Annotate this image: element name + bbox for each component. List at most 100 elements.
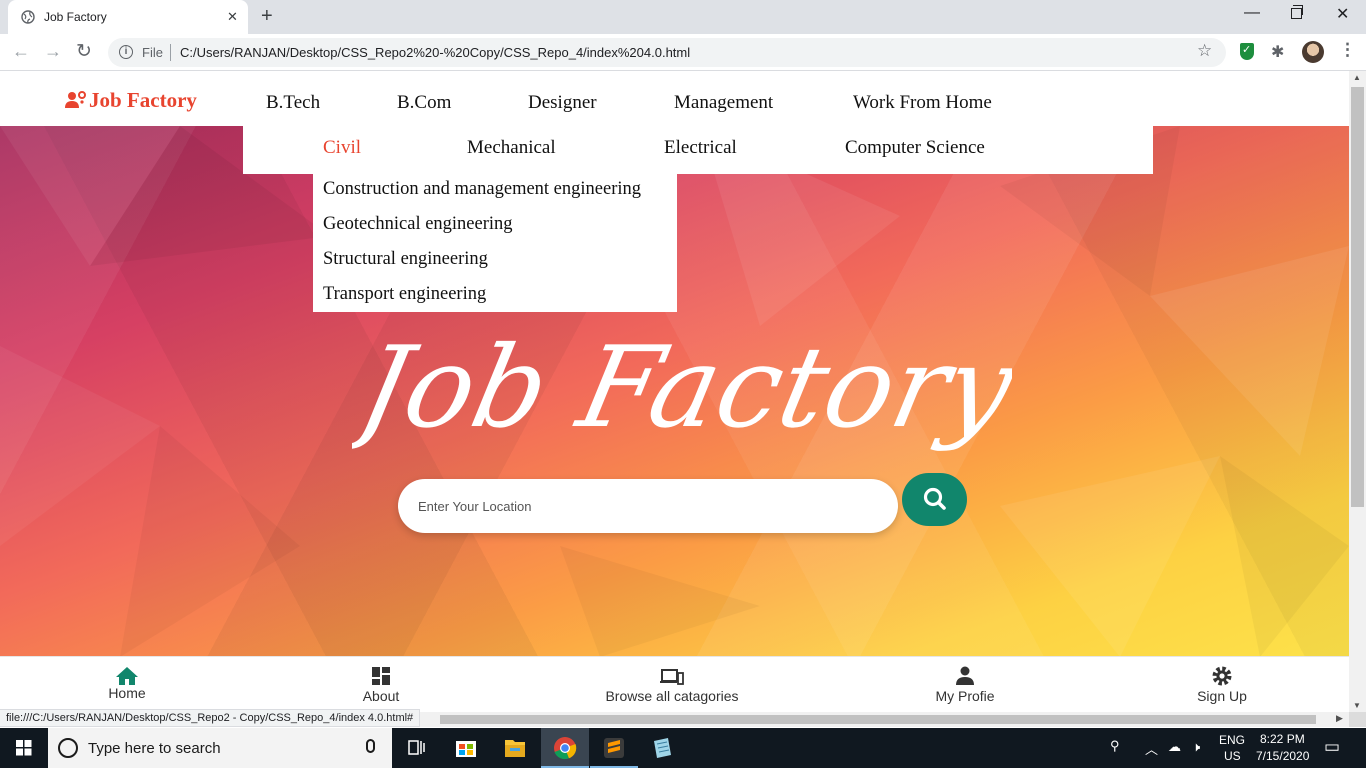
- forward-arrow-icon[interactable]: →: [44, 41, 62, 62]
- submenu-item-mechanical[interactable]: Mechanical: [467, 137, 556, 159]
- clock-date[interactable]: 7/15/2020: [1256, 749, 1309, 763]
- windows-logo-icon: [16, 740, 32, 756]
- browser-tabstrip: Job Factory ✕ + — ✕: [0, 0, 1366, 34]
- dropdown-item-structural[interactable]: Structural engineering: [323, 249, 488, 270]
- notepad-icon: [654, 738, 671, 758]
- person-icon: [956, 666, 974, 685]
- url-text[interactable]: C:/Users/RANJAN/Desktop/CSS_Repo2%20-%20…: [180, 45, 690, 60]
- task-view-button[interactable]: [392, 728, 440, 768]
- profile-avatar[interactable]: [1302, 41, 1324, 63]
- devices-icon: [660, 669, 684, 685]
- gear-icon: [1212, 666, 1232, 686]
- bookmark-star-icon[interactable]: ☆: [1197, 41, 1212, 61]
- home-icon: [116, 667, 138, 685]
- tab-title: Job Factory: [44, 10, 107, 24]
- bottom-nav-label: Browse all catagories: [605, 688, 739, 704]
- taskbar-search-placeholder: Type here to search: [88, 740, 221, 757]
- dashboard-icon: [372, 667, 390, 685]
- task-view-icon: [408, 740, 425, 755]
- horizontal-scroll-thumb[interactable]: [440, 715, 1316, 724]
- back-arrow-icon[interactable]: ←: [12, 41, 30, 62]
- nav-item-management[interactable]: Management: [674, 92, 773, 114]
- notification-center-icon[interactable]: ▭: [1324, 737, 1340, 757]
- people-icon[interactable]: ⚲: [1110, 738, 1120, 754]
- start-button[interactable]: [0, 728, 48, 768]
- cortana-circle-icon: [58, 738, 78, 758]
- file-explorer-app[interactable]: [491, 728, 539, 768]
- scrollbar-corner: [1349, 712, 1366, 727]
- civil-dropdown: Construction and management engineering …: [313, 174, 677, 312]
- input-region[interactable]: US: [1224, 749, 1241, 763]
- vertical-scroll-thumb[interactable]: [1351, 87, 1364, 507]
- bottom-nav-label: About: [362, 688, 400, 704]
- store-bag-icon: [456, 741, 476, 757]
- status-url-bubble: file:///C:/Users/RANJAN/Desktop/CSS_Repo…: [0, 709, 421, 727]
- shield-extension-icon[interactable]: [1240, 43, 1254, 60]
- input-language[interactable]: ENG: [1219, 733, 1245, 747]
- browser-tab[interactable]: Job Factory ✕: [8, 0, 248, 34]
- sublime-icon: [604, 738, 624, 758]
- chrome-app[interactable]: [541, 728, 589, 768]
- submenu-item-electrical[interactable]: Electrical: [664, 137, 737, 159]
- bottom-nav-profile[interactable]: My Profie: [875, 657, 1055, 712]
- chrome-icon: [554, 737, 577, 760]
- clock-time[interactable]: 8:22 PM: [1260, 732, 1305, 746]
- hero-title-text: Job Factory: [352, 322, 1012, 453]
- submenu-item-civil[interactable]: Civil: [323, 137, 361, 159]
- location-search-input[interactable]: [398, 479, 898, 533]
- bottom-nav-label: My Profie: [935, 688, 995, 704]
- bottom-nav: Home About Browse all catagories My Prof…: [0, 656, 1349, 712]
- dropdown-item-geotechnical[interactable]: Geotechnical engineering: [323, 214, 513, 235]
- close-window-icon[interactable]: ✕: [1336, 4, 1349, 24]
- globe-icon: [21, 10, 35, 24]
- folder-icon: [505, 740, 525, 757]
- sublime-text-app[interactable]: [590, 728, 638, 768]
- nav-item-work-from-home[interactable]: Work From Home: [853, 92, 992, 114]
- url-scheme: File: [142, 45, 163, 60]
- reload-icon[interactable]: ↻: [76, 40, 92, 63]
- nav-item-btech[interactable]: B.Tech: [266, 92, 320, 114]
- browser-menu-icon[interactable]: ⋮: [1339, 40, 1356, 60]
- scroll-up-arrow-icon[interactable]: ▲: [1353, 73, 1361, 82]
- dropdown-item-construction[interactable]: Construction and management engineering: [323, 179, 641, 200]
- bottom-nav-label: Home: [108, 685, 146, 701]
- nav-item-bcom[interactable]: B.Com: [397, 92, 451, 114]
- restore-icon[interactable]: [1291, 5, 1303, 19]
- taskbar-search[interactable]: Type here to search: [48, 728, 392, 768]
- bottom-nav-home[interactable]: Home: [37, 657, 217, 712]
- tab-close-icon[interactable]: ✕: [227, 9, 238, 25]
- bottom-nav-about[interactable]: About: [291, 657, 471, 712]
- minimize-icon[interactable]: —: [1244, 4, 1260, 22]
- info-icon[interactable]: i: [119, 45, 133, 59]
- store-app[interactable]: [442, 728, 490, 768]
- notes-app[interactable]: [638, 728, 686, 768]
- vertical-scrollbar[interactable]: ▲ ▼: [1349, 71, 1366, 727]
- submenu-item-computer-science[interactable]: Computer Science: [845, 137, 985, 159]
- site-logo[interactable]: Job Factory: [65, 88, 197, 112]
- address-divider: [170, 44, 171, 61]
- btech-submenu: Civil Mechanical Electrical Computer Sci…: [243, 126, 1153, 174]
- search-button[interactable]: [902, 473, 967, 526]
- bottom-nav-label: Sign Up: [1197, 688, 1247, 704]
- extensions-puzzle-icon[interactable]: ✱: [1271, 42, 1284, 62]
- site-navbar: Job Factory B.Tech B.Com Designer Manage…: [0, 71, 1349, 126]
- address-bar[interactable]: i File C:/Users/RANJAN/Desktop/CSS_Repo2…: [108, 38, 1226, 67]
- chevron-up-icon[interactable]: ︿: [1145, 739, 1158, 758]
- bottom-nav-browse[interactable]: Browse all catagories: [582, 657, 762, 712]
- scroll-right-arrow-icon[interactable]: ▶: [1336, 713, 1343, 724]
- onedrive-icon[interactable]: ☁: [1168, 739, 1181, 755]
- scroll-down-arrow-icon[interactable]: ▼: [1353, 701, 1361, 710]
- windows-taskbar: Type here to search ⚲ ︿ ☁ 🕨 ENG US 8:22 …: [0, 728, 1366, 768]
- search-icon: [923, 487, 946, 510]
- dropdown-item-transport[interactable]: Transport engineering: [323, 284, 486, 305]
- browser-toolbar: ← → ↻ i File C:/Users/RANJAN/Desktop/CSS…: [0, 34, 1366, 71]
- microphone-icon[interactable]: [366, 739, 375, 753]
- logo-text: Job Factory: [89, 87, 197, 112]
- hero-title: Job Factory: [352, 322, 1012, 453]
- nav-item-designer[interactable]: Designer: [528, 92, 597, 114]
- new-tab-button[interactable]: +: [261, 5, 273, 28]
- speaker-muted-icon[interactable]: 🕨: [1192, 739, 1200, 755]
- page-viewport: Job Factory B.Tech B.Com Designer Manage…: [0, 71, 1349, 712]
- people-gear-icon: [65, 91, 86, 108]
- bottom-nav-signup[interactable]: Sign Up: [1132, 657, 1312, 712]
